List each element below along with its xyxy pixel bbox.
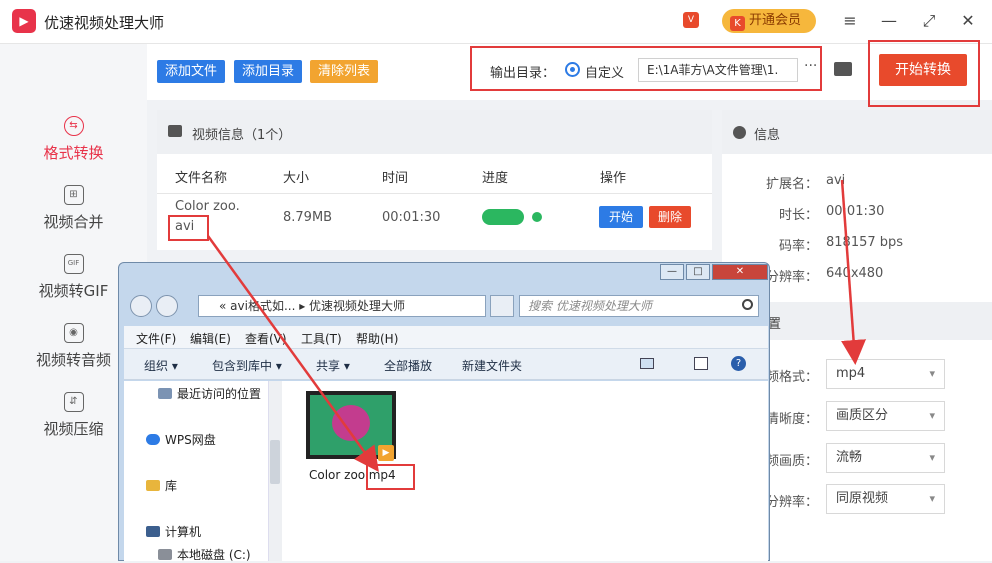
annotation-arrows bbox=[206, 179, 867, 473]
arrow-avi-to-mp4 bbox=[206, 235, 379, 473]
arrow-avi-to-format bbox=[840, 179, 867, 365]
